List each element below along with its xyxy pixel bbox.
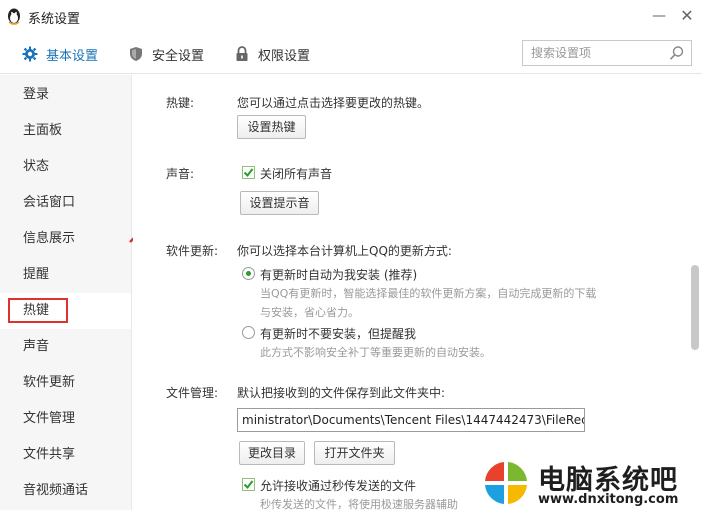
- top-nav: 基本设置 安全设置 权限设置: [0, 32, 702, 74]
- allow-instant-transfer-hint: 秒传发送的文件，将使用极速服务器辅助: [260, 498, 458, 510]
- settings-content: 热键: 您可以通过点击选择要更改的热键。 设置热键 声音: 关闭所有声音 设置提…: [133, 75, 688, 510]
- mute-all-label: 关闭所有声音: [260, 167, 333, 181]
- file-management-label: 文件管理:: [166, 386, 219, 400]
- search-input[interactable]: [531, 45, 661, 61]
- auto-install-hint-line-2: 与安装，省心省力。: [260, 306, 359, 319]
- lock-icon: [234, 46, 250, 62]
- qq-penguin-icon: [8, 8, 20, 25]
- allow-instant-transfer-label: 允许接收通过秒传发送的文件: [260, 479, 417, 493]
- sidebar-item-software-update[interactable]: 软件更新: [0, 365, 131, 401]
- windows-logo-icon: [481, 458, 531, 508]
- software-update-description: 你可以选择本台计算机上QQ的更新方式:: [237, 244, 452, 258]
- sidebar-item-status[interactable]: 状态: [0, 149, 131, 185]
- sidebar-item-main-panel[interactable]: 主面板: [0, 113, 131, 149]
- sidebar-item-reminder[interactable]: 提醒: [0, 257, 131, 293]
- change-directory-button[interactable]: 更改目录: [239, 441, 305, 465]
- gear-icon: [22, 46, 38, 62]
- watermark-url: www.dnxitong.com: [538, 492, 679, 507]
- file-management-description: 默认把接收到的文件保存到此文件夹中:: [237, 386, 446, 400]
- search-box: [522, 40, 692, 66]
- close-button[interactable]: ✕: [676, 6, 698, 26]
- tab-basic-settings-label: 基本设置: [46, 48, 99, 64]
- mute-all-checkbox[interactable]: [242, 166, 255, 179]
- notify-only-label: 有更新时不要安装，但提醒我: [260, 327, 417, 341]
- sidebar-item-info-display[interactable]: 信息展示: [0, 221, 131, 257]
- watermark: 电脑系统吧 www.dnxitong.com: [478, 456, 702, 510]
- tab-basic-settings[interactable]: 基本设置: [22, 44, 98, 64]
- set-hotkey-button[interactable]: 设置热键: [237, 115, 306, 139]
- search-icon[interactable]: [669, 45, 685, 61]
- open-folder-button[interactable]: 打开文件夹: [314, 441, 395, 465]
- sidebar: 登录 主面板 状态 会话窗口 信息展示 提醒 热键 声音 软件更新 文件管理 文…: [0, 75, 132, 510]
- auto-install-radio[interactable]: [242, 267, 255, 280]
- sidebar-item-file-management[interactable]: 文件管理: [0, 401, 131, 437]
- auto-install-hint-line-1: 当QQ有更新时，智能选择最佳的软件更新方案，自动完成更新的下载: [260, 287, 597, 300]
- sidebar-item-login[interactable]: 登录: [0, 77, 131, 113]
- set-notification-sound-button[interactable]: 设置提示音: [240, 191, 319, 215]
- auto-install-label: 有更新时自动为我安装 (推荐): [260, 268, 418, 282]
- tab-security-settings-label: 安全设置: [152, 48, 205, 64]
- tab-security-settings[interactable]: 安全设置: [128, 44, 204, 64]
- hotkey-highlight-box: [8, 298, 68, 323]
- hotkey-label: 热键:: [166, 96, 195, 110]
- save-folder-path-field[interactable]: ministrator\Documents\Tencent Files\1447…: [237, 408, 585, 432]
- software-update-label: 软件更新:: [166, 244, 219, 258]
- tab-permission-settings[interactable]: 权限设置: [234, 44, 310, 64]
- sidebar-item-chat-window[interactable]: 会话窗口: [0, 185, 131, 221]
- allow-instant-transfer-checkbox[interactable]: [242, 478, 255, 491]
- shield-icon: [128, 46, 144, 62]
- hotkey-description: 您可以通过点击选择要更改的热键。: [237, 96, 430, 110]
- title-bar: 系统设置 — ✕: [0, 0, 702, 32]
- sidebar-item-sound[interactable]: 声音: [0, 329, 131, 365]
- scrollbar-thumb[interactable]: [691, 265, 699, 350]
- tab-permission-settings-label: 权限设置: [258, 48, 311, 64]
- notify-only-radio[interactable]: [242, 326, 255, 339]
- minimize-button[interactable]: —: [648, 6, 670, 26]
- window-title: 系统设置: [28, 12, 81, 27]
- sound-label: 声音:: [166, 167, 195, 181]
- notify-only-hint: 此方式不影响安全补丁等重要更新的自动安装。: [260, 346, 491, 359]
- checkmark-icon: [243, 480, 254, 490]
- checkmark-icon: [243, 168, 254, 178]
- sidebar-item-av-call[interactable]: 音视频通话: [0, 473, 131, 509]
- sidebar-item-file-sharing[interactable]: 文件共享: [0, 437, 131, 473]
